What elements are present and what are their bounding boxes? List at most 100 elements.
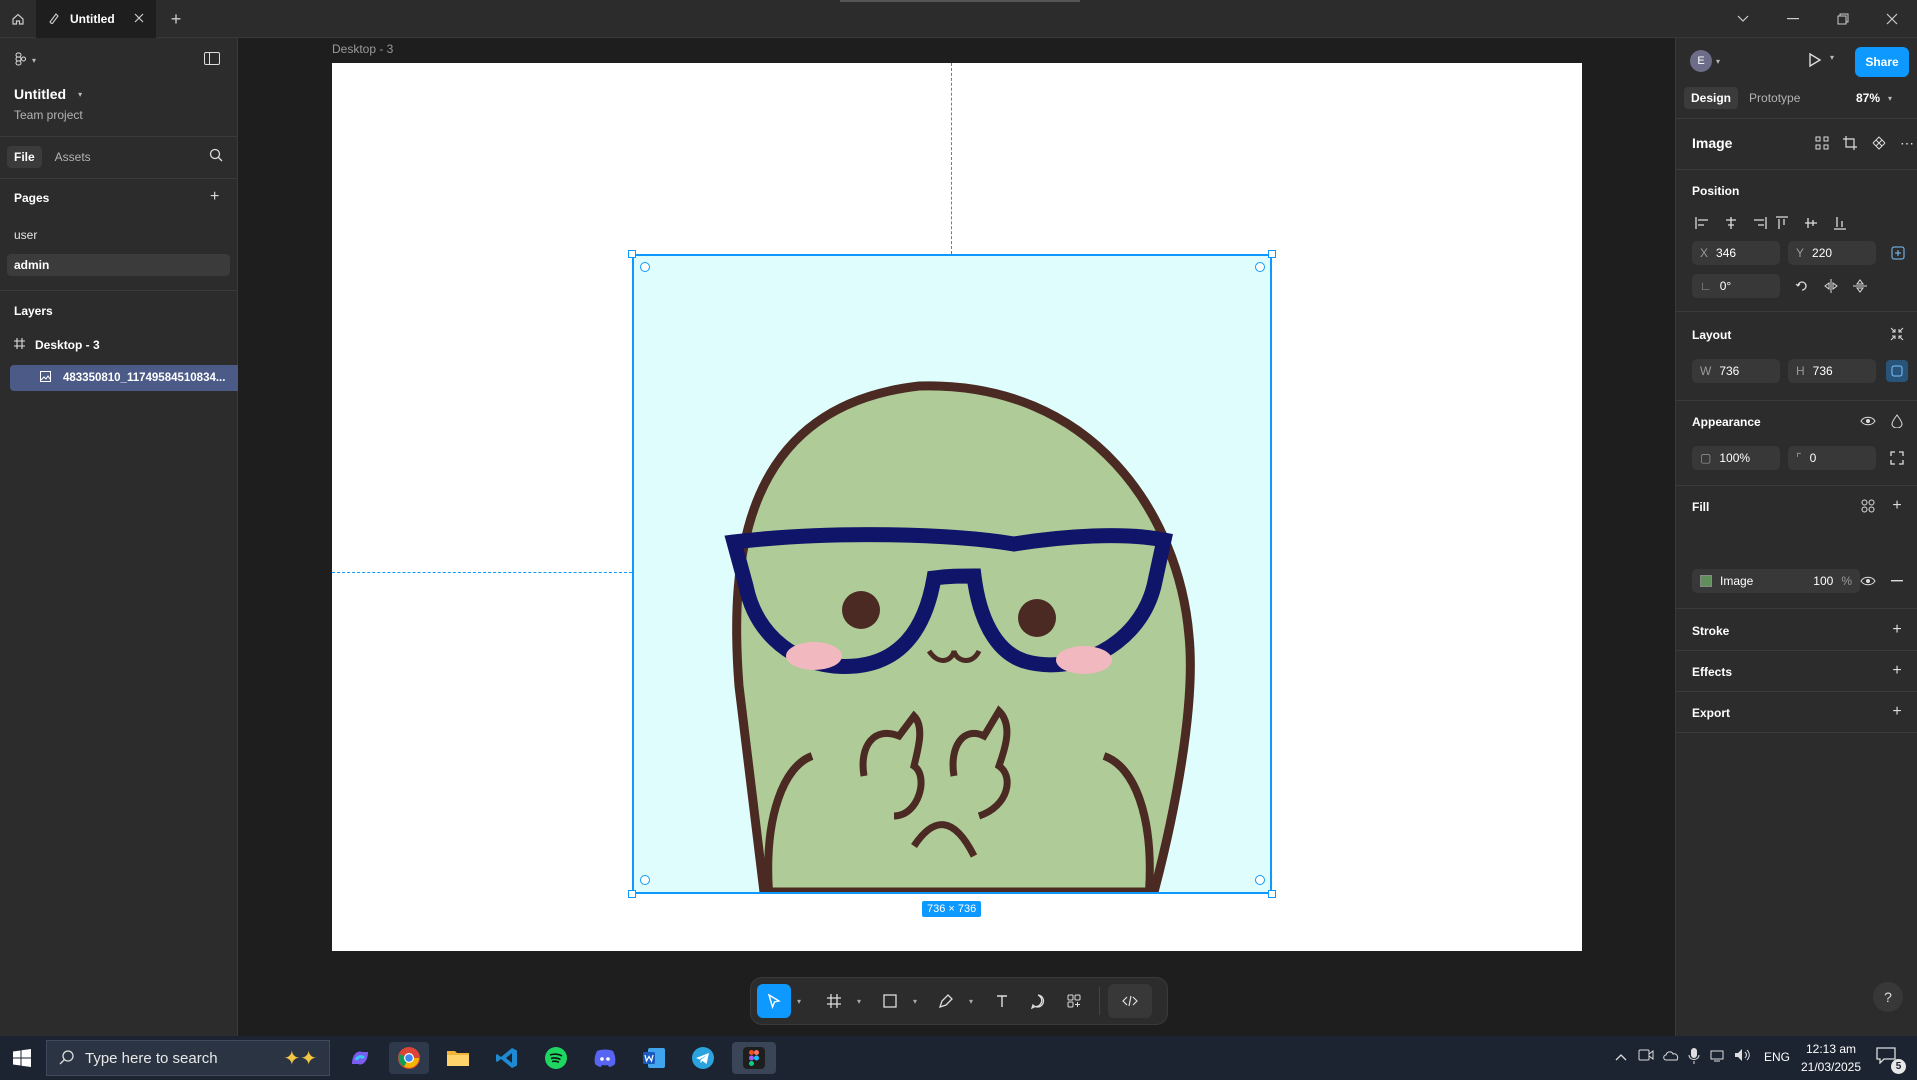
x-field[interactable]: X 346 xyxy=(1692,241,1780,265)
chevron-down-icon[interactable]: ▾ xyxy=(909,997,921,1006)
align-center-vertical-icon[interactable] xyxy=(1801,213,1821,233)
eye-icon[interactable] xyxy=(1858,411,1878,431)
sidebar-toggle-icon[interactable] xyxy=(204,52,220,68)
layer-item-image[interactable]: 483350810_11749584510834... xyxy=(10,365,238,391)
help-button[interactable]: ? xyxy=(1873,982,1903,1012)
chevron-up-icon[interactable] xyxy=(1615,1050,1627,1064)
resize-handle-bottom-right[interactable] xyxy=(1268,890,1276,898)
chevron-down-icon[interactable]: ▾ xyxy=(793,997,805,1006)
actions-tool[interactable] xyxy=(1057,984,1091,1018)
resize-handle-top-left[interactable] xyxy=(628,250,636,258)
chevron-down-icon[interactable]: ▾ xyxy=(1830,53,1834,62)
resize-handle-top-right[interactable] xyxy=(1268,250,1276,258)
chevron-down-icon[interactable]: ▾ xyxy=(965,997,977,1006)
minimize-button[interactable] xyxy=(1768,0,1818,38)
user-menu[interactable]: E ▾ xyxy=(1690,50,1720,72)
resize-handle-bottom-left[interactable] xyxy=(628,890,636,898)
add-page-icon[interactable]: + xyxy=(210,188,219,206)
present-icon[interactable] xyxy=(1808,52,1822,71)
file-tab[interactable]: Untitled xyxy=(36,0,156,38)
text-tool[interactable] xyxy=(985,984,1019,1018)
telegram-app-icon[interactable] xyxy=(683,1042,723,1074)
align-center-horizontal-icon[interactable] xyxy=(1721,213,1741,233)
tab-prototype[interactable]: Prototype xyxy=(1742,87,1807,109)
rectangle-tool[interactable] xyxy=(873,984,907,1018)
rotate-90-icon[interactable] xyxy=(1792,276,1812,296)
layer-item-frame[interactable]: Desktop - 3 xyxy=(14,338,100,352)
onedrive-icon[interactable] xyxy=(1662,1048,1680,1065)
word-app-icon[interactable] xyxy=(634,1042,674,1074)
align-left-icon[interactable] xyxy=(1692,213,1712,233)
fill-opacity[interactable]: 100 xyxy=(1813,574,1833,588)
y-field[interactable]: Y 220 xyxy=(1788,241,1876,265)
component-icon[interactable] xyxy=(1869,133,1889,153)
constraints-icon[interactable] xyxy=(1888,243,1908,263)
blend-mode-icon[interactable] xyxy=(1887,411,1907,431)
selected-image[interactable] xyxy=(632,254,1272,894)
tab-assets[interactable]: Assets xyxy=(48,146,98,168)
flip-vertical-icon[interactable] xyxy=(1850,276,1870,296)
align-bottom-icon[interactable] xyxy=(1830,213,1850,233)
corner-radius-handle[interactable] xyxy=(1255,262,1265,272)
share-button[interactable]: Share xyxy=(1855,47,1909,77)
search-icon[interactable] xyxy=(209,148,223,165)
window-drag-handle[interactable] xyxy=(840,0,1080,2)
page-item-user[interactable]: user xyxy=(14,228,37,242)
zoom-dropdown[interactable]: 87% ▾ xyxy=(1856,91,1892,105)
chevron-down-icon[interactable] xyxy=(1718,0,1768,38)
copilot-app-icon[interactable] xyxy=(340,1042,380,1074)
add-export-icon[interactable]: + xyxy=(1887,702,1907,722)
dev-mode-toggle[interactable] xyxy=(1108,984,1152,1018)
microphone-icon[interactable] xyxy=(1688,1047,1700,1068)
comment-tool[interactable] xyxy=(1021,984,1055,1018)
file-explorer-app-icon[interactable] xyxy=(438,1042,478,1074)
figma-app-icon[interactable] xyxy=(732,1042,776,1074)
align-top-icon[interactable] xyxy=(1772,213,1792,233)
grid-icon[interactable] xyxy=(1812,133,1832,153)
styles-icon[interactable] xyxy=(1858,496,1878,516)
page-item-admin[interactable]: admin xyxy=(7,254,230,276)
width-field[interactable]: W 736 xyxy=(1692,359,1780,383)
opacity-field[interactable]: ▢ 100% xyxy=(1692,446,1780,470)
discord-app-icon[interactable] xyxy=(585,1042,625,1074)
resize-to-fit-icon[interactable] xyxy=(1887,324,1907,344)
vscode-app-icon[interactable] xyxy=(487,1042,527,1074)
more-options-icon[interactable]: ⋯ xyxy=(1897,133,1917,153)
corner-radius-field[interactable]: ⌜ 0 xyxy=(1788,446,1876,470)
eye-icon[interactable] xyxy=(1858,571,1878,591)
corner-radius-handle[interactable] xyxy=(1255,875,1265,885)
language-indicator[interactable]: ENG xyxy=(1764,1050,1790,1064)
clock[interactable]: 12:13 am 21/03/2025 xyxy=(1800,1040,1862,1076)
add-effect-icon[interactable]: + xyxy=(1887,661,1907,681)
spotify-app-icon[interactable] xyxy=(536,1042,576,1074)
pen-tool[interactable] xyxy=(929,984,963,1018)
tab-design[interactable]: Design xyxy=(1684,87,1739,109)
close-window-button[interactable] xyxy=(1867,0,1917,38)
align-right-icon[interactable] xyxy=(1750,213,1770,233)
independent-corners-icon[interactable] xyxy=(1887,448,1907,468)
chrome-app-icon[interactable] xyxy=(389,1042,429,1074)
flip-horizontal-icon[interactable] xyxy=(1821,276,1841,296)
frame-label[interactable]: Desktop - 3 xyxy=(332,42,393,56)
chevron-down-icon[interactable]: ▾ xyxy=(853,997,865,1006)
move-tool[interactable] xyxy=(757,984,791,1018)
corner-radius-handle[interactable] xyxy=(640,262,650,272)
frame-tool[interactable] xyxy=(817,984,851,1018)
home-icon[interactable] xyxy=(0,0,36,38)
remove-fill-icon[interactable] xyxy=(1887,571,1907,591)
fill-row[interactable]: Image 100 % xyxy=(1692,569,1860,593)
main-menu-button[interactable]: ▾ xyxy=(14,52,36,69)
new-tab-button[interactable]: + xyxy=(162,0,190,38)
add-stroke-icon[interactable]: + xyxy=(1887,620,1907,640)
meet-now-icon[interactable] xyxy=(1638,1048,1654,1065)
close-tab-icon[interactable] xyxy=(134,12,144,26)
constrain-proportions-icon[interactable] xyxy=(1886,360,1908,382)
add-fill-icon[interactable]: + xyxy=(1887,496,1907,516)
height-field[interactable]: H 736 xyxy=(1788,359,1876,383)
project-title-button[interactable]: Untitled ▾ xyxy=(14,86,82,102)
windows-start-icon[interactable] xyxy=(8,1044,36,1072)
tab-file[interactable]: File xyxy=(7,146,42,168)
rotation-field[interactable]: ∟ 0° xyxy=(1692,274,1780,298)
corner-radius-handle[interactable] xyxy=(640,875,650,885)
crop-icon[interactable] xyxy=(1840,133,1860,153)
